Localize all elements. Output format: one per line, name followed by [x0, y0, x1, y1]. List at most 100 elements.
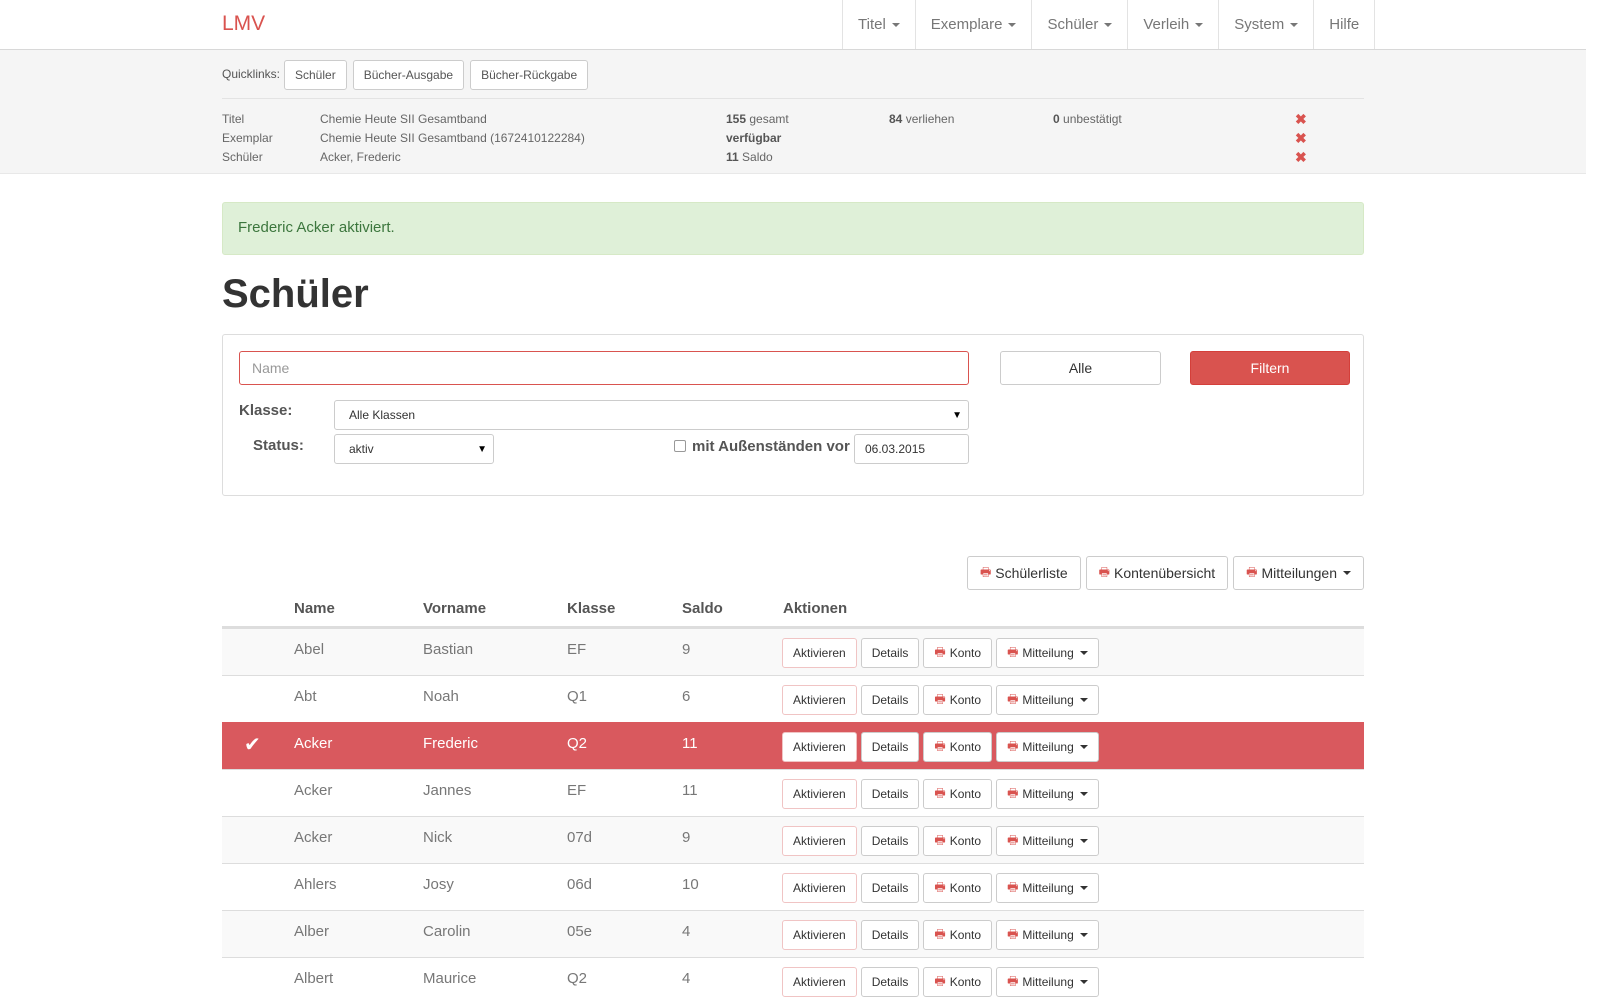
quicklink-rueckgabe-button[interactable]: Bücher-Rückgabe	[470, 60, 589, 90]
quicklinks-label: Quicklinks:	[222, 67, 281, 81]
konto-button[interactable]: 🖶 Konto	[923, 732, 993, 762]
mitteilung-dropdown-button[interactable]: 🖶 Mitteilung	[996, 920, 1099, 950]
column-header-saldo[interactable]: Saldo	[682, 600, 723, 617]
mitteilung-dropdown-button[interactable]: 🖶 Mitteilung	[996, 873, 1099, 903]
column-header-klasse[interactable]: Klasse	[567, 600, 615, 617]
aktivieren-button[interactable]: Aktivieren	[782, 826, 857, 856]
mitteilungen-dropdown-button[interactable]: 🖶 Mitteilungen	[1233, 556, 1364, 590]
info-verliehen-count: 84	[889, 112, 903, 126]
alle-button[interactable]: Alle	[1000, 351, 1161, 385]
filtern-button[interactable]: Filtern	[1190, 351, 1350, 385]
aktivieren-button[interactable]: Aktivieren	[782, 873, 857, 903]
konto-button[interactable]: 🖶 Konto	[923, 967, 993, 997]
konto-button[interactable]: 🖶 Konto	[923, 685, 993, 715]
konto-button[interactable]: 🖶 Konto	[923, 779, 993, 809]
konto-button[interactable]: 🖶 Konto	[923, 826, 993, 856]
details-button[interactable]: Details	[860, 920, 920, 950]
klasse-select[interactable]: Alle Klassen ▼	[334, 400, 969, 430]
aktivieren-button[interactable]: Aktivieren	[782, 732, 857, 762]
button-label: Mitteilung	[1022, 928, 1074, 942]
table-row[interactable]: Alber Carolin 05e 4 Aktivieren Details 🖶 Konto 🖶…	[222, 910, 1364, 957]
column-header-name[interactable]: Name	[294, 600, 335, 617]
info-status-text: verfügbar	[726, 131, 782, 145]
nav-hilfe[interactable]: Hilfe	[1313, 0, 1376, 49]
aktivieren-button[interactable]: Aktivieren	[782, 920, 857, 950]
name-search-input[interactable]: Name	[239, 351, 969, 385]
nav-exemplare[interactable]: Exemplare	[914, 0, 1032, 49]
schuelerliste-button[interactable]: 🖶 Schülerliste	[966, 556, 1081, 590]
mitteilung-dropdown-button[interactable]: 🖶 Mitteilung	[996, 732, 1099, 762]
mitteilung-dropdown-button[interactable]: 🖶 Mitteilung	[996, 826, 1099, 856]
mitteilung-dropdown-button[interactable]: 🖶 Mitteilung	[996, 685, 1099, 715]
mitteilung-dropdown-button[interactable]: 🖶 Mitteilung	[996, 967, 1099, 997]
aktivieren-button[interactable]: Aktivieren	[782, 638, 857, 668]
details-button[interactable]: Details	[860, 638, 920, 668]
quicklink-schueler-button[interactable]: Schüler	[284, 60, 347, 90]
caret-down-icon	[1079, 792, 1088, 796]
nav-verleih[interactable]: Verleih	[1127, 0, 1218, 49]
details-button[interactable]: Details	[860, 826, 920, 856]
cell-vorname: Jannes	[423, 782, 472, 799]
column-header-vorname[interactable]: Vorname	[423, 600, 486, 617]
row-actions: Aktivieren Details 🖶 Konto 🖶 Mitteilung	[782, 685, 1099, 715]
row-actions: Aktivieren Details 🖶 Konto 🖶 Mitteilung	[782, 826, 1099, 856]
info-label: Titel	[222, 112, 245, 126]
quicklink-ausgabe-button[interactable]: Bücher-Ausgabe	[352, 60, 465, 90]
row-actions: Aktivieren Details 🖶 Konto 🖶 Mitteilung	[782, 732, 1099, 762]
date-input[interactable]: 06.03.2015	[854, 434, 969, 464]
remove-titel-icon[interactable]: ✖	[1295, 111, 1307, 128]
remove-schueler-icon[interactable]: ✖	[1295, 149, 1307, 166]
caret-down-icon	[1079, 839, 1088, 843]
row-actions: Aktivieren Details 🖶 Konto 🖶 Mitteilung	[782, 967, 1099, 997]
konto-button[interactable]: 🖶 Konto	[923, 920, 993, 950]
print-icon: 🖶	[1007, 832, 1019, 847]
klasse-select-value: Alle Klassen	[349, 408, 416, 422]
mitteilung-dropdown-button[interactable]: 🖶 Mitteilung	[996, 638, 1099, 668]
cell-name: Alber	[294, 923, 330, 940]
details-button[interactable]: Details	[860, 873, 920, 903]
konto-button[interactable]: 🖶 Konto	[923, 638, 993, 668]
info-status: verfügbar	[726, 131, 781, 145]
info-unbestaetigt-count: 0	[1053, 112, 1060, 126]
info-saldo-count: 11	[726, 150, 739, 164]
details-button[interactable]: Details	[860, 967, 920, 997]
info-gesamt: 155 gesamt	[726, 112, 789, 126]
info-label: Exemplar	[222, 131, 273, 145]
table-row[interactable]: ✔ Acker Frederic Q2 11 Aktivieren Details 🖶 Kont…	[222, 722, 1364, 769]
button-label: Mitteilung	[1022, 834, 1074, 848]
cell-name: Abel	[294, 641, 325, 658]
column-header-aktionen: Aktionen	[783, 600, 848, 617]
details-button[interactable]: Details	[860, 685, 920, 715]
table-row[interactable]: Albert Maurice Q2 4 Aktivieren Details 🖶 Konto 🖶…	[222, 957, 1364, 1000]
konto-button[interactable]: 🖶 Konto	[923, 873, 993, 903]
details-button[interactable]: Details	[860, 732, 920, 762]
status-select[interactable]: aktiv ▼	[334, 434, 494, 464]
table-row[interactable]: Acker Jannes EF 11 Aktivieren Details 🖶 Konto 🖶 M…	[222, 769, 1364, 816]
aktivieren-button[interactable]: Aktivieren	[782, 779, 857, 809]
mitteilung-dropdown-button[interactable]: 🖶 Mitteilung	[996, 779, 1099, 809]
table-row[interactable]: Acker Nick 07d 9 Aktivieren Details 🖶 Konto 🖶 Mit…	[222, 816, 1364, 863]
brand-logo[interactable]: LMV	[222, 12, 265, 36]
print-icon: 🖶	[1246, 564, 1258, 579]
cell-saldo: 9	[682, 641, 691, 658]
button-label: Mitteilung	[1022, 646, 1074, 660]
aussenstaende-checkbox[interactable]	[674, 440, 686, 452]
nav-titel[interactable]: Titel	[842, 0, 915, 49]
remove-exemplar-icon[interactable]: ✖	[1295, 130, 1307, 147]
details-button[interactable]: Details	[860, 779, 920, 809]
info-unbestaetigt: 0 unbestätigt	[1053, 112, 1122, 126]
table-row[interactable]: Abt Noah Q1 6 Aktivieren Details 🖶 Konto 🖶 Mittei…	[222, 675, 1364, 722]
table-row[interactable]: Ahlers Josy 06d 10 Aktivieren Details 🖶 Konto 🖶 M…	[222, 863, 1364, 910]
table-row[interactable]: Abel Bastian EF 9 Aktivieren Details 🖶 Konto 🖶 Mi…	[222, 628, 1364, 675]
aktivieren-button[interactable]: Aktivieren	[782, 967, 857, 997]
cell-vorname: Josy	[423, 876, 454, 893]
main-nav: Titel Exemplare Schüler Verleih System H…	[842, 0, 1376, 49]
cell-klasse: EF	[567, 641, 587, 658]
nav-system[interactable]: System	[1218, 0, 1313, 49]
aktivieren-button[interactable]: Aktivieren	[782, 685, 857, 715]
kontenuebersicht-button[interactable]: 🖶 Kontenübersicht	[1085, 556, 1229, 590]
button-label: Kontenübersicht	[1113, 565, 1216, 581]
cell-klasse: Q1	[567, 688, 588, 705]
nav-schueler[interactable]: Schüler	[1031, 0, 1127, 49]
caret-down-icon	[1079, 698, 1088, 702]
